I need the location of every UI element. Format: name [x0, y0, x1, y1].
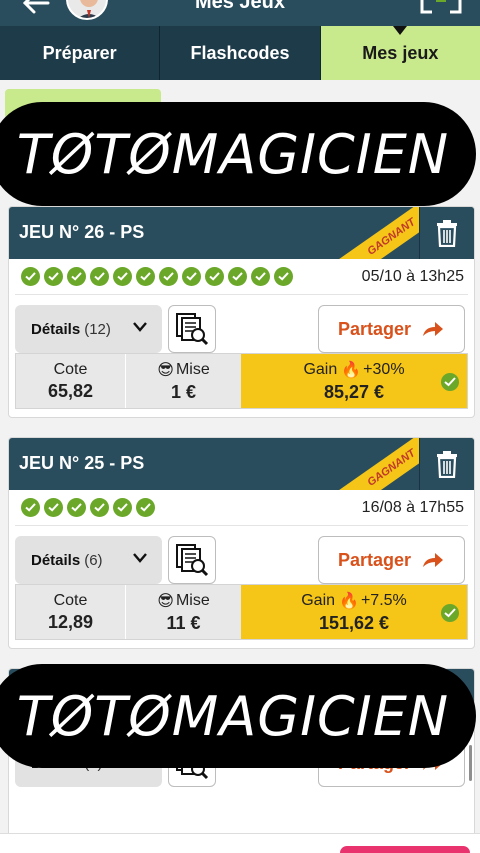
check-circle-icon [159, 267, 178, 286]
top-bar: Mes Jeux [0, 0, 480, 26]
stats-row: Cote 65,82 😎 Mise 1 € Gain 🔥 +30% 85,27 … [15, 353, 468, 409]
qr-scan-icon[interactable] [420, 0, 462, 18]
tab-label: Flashcodes [190, 42, 290, 63]
gain-label: Gain [301, 591, 336, 609]
gain-cell: Gain 🔥 +30% 85,27 € [241, 354, 467, 408]
page-title: Mes Jeux [194, 0, 286, 13]
check-circle-icon [113, 498, 132, 517]
odds-value: 12,89 [47, 611, 94, 632]
gain-value: 85,27 € [323, 381, 385, 402]
share-button[interactable]: Partager [318, 536, 465, 584]
sunglasses-emoji-icon: 😎 [157, 361, 174, 379]
share-label: Partager [337, 549, 412, 570]
watermark-banner: TØTØMAGICIEN [0, 664, 476, 768]
stake-value: 1 € [170, 381, 197, 402]
check-circle-icon [44, 267, 63, 286]
odds-label: Cote [53, 591, 88, 609]
results-row: 16/08 à 17h55 [15, 490, 468, 526]
check-circle-icon [182, 267, 201, 286]
copy-bet-button[interactable] [168, 305, 216, 353]
details-count: (12) [84, 320, 111, 338]
tab-mes-jeux[interactable]: Mes jeux [320, 26, 480, 80]
check-circle-icon [136, 267, 155, 286]
trash-icon [437, 220, 457, 247]
gain-label: Gain [303, 360, 338, 378]
tab-bar: Préparer Flashcodes Mes jeux [0, 26, 480, 80]
tab-label: Préparer [42, 42, 117, 63]
check-list [21, 498, 159, 517]
game-date: 05/10 à 13h25 [361, 268, 464, 285]
game-card: JEU N° 26 - PS GAGNANT 05/10 à 13h25 Dét… [8, 206, 475, 418]
gain-cell: Gain 🔥 +7.5% 151,62 € [241, 585, 467, 639]
share-arrow-icon [423, 553, 444, 567]
check-circle-icon [205, 267, 224, 286]
gain-bonus: +30% [363, 360, 405, 378]
game-title: JEU N° 26 - PS [19, 222, 145, 242]
check-circle-icon [136, 498, 155, 517]
check-circle-icon [90, 498, 109, 517]
game-card: JEU N° 25 - PS GAGNANT 16/08 à 17h55 Dét… [8, 437, 475, 649]
odds-cell: Cote 12,89 [16, 585, 126, 639]
actions-row: Détails (12) Partager [9, 295, 474, 353]
share-button[interactable]: Partager [318, 305, 465, 353]
check-circle-icon [441, 373, 459, 391]
check-circle-icon [441, 604, 459, 622]
tab-flashcodes[interactable]: Flashcodes [160, 26, 321, 80]
sunglasses-emoji-icon: 😎 [157, 592, 174, 610]
actions-row: Détails (6) Partager [9, 526, 474, 584]
details-label: Détails [31, 320, 81, 338]
check-circle-icon [21, 498, 40, 517]
card-header: JEU N° 26 - PS GAGNANT [9, 207, 474, 259]
chevron-down-icon [133, 553, 147, 563]
chevron-down-icon [133, 322, 147, 332]
app-screen: Mes Jeux Préparer Flashcodes Mes jeux JE… [0, 0, 480, 853]
fire-emoji-icon: 🔥 [339, 592, 359, 610]
results-row: 05/10 à 13h25 [15, 259, 468, 295]
check-circle-icon [251, 267, 270, 286]
details-button[interactable]: Détails (12) [15, 305, 162, 353]
check-circle-icon [113, 267, 132, 286]
card-header: JEU N° 25 - PS GAGNANT [9, 438, 474, 490]
share-label: Partager [337, 318, 412, 339]
details-label: Détails [31, 551, 81, 569]
check-circle-icon [21, 267, 40, 286]
check-circle-icon [67, 267, 86, 286]
copy-search-icon [176, 544, 209, 577]
scrollbar[interactable] [469, 745, 472, 781]
odds-label: Cote [53, 360, 88, 378]
watermark-banner: TØTØMAGICIEN [0, 102, 476, 206]
check-circle-icon [228, 267, 247, 286]
stats-row: Cote 12,89 😎 Mise 11 € Gain 🔥 +7.5% 151,… [15, 584, 468, 640]
check-circle-icon [90, 267, 109, 286]
copy-search-icon [176, 313, 209, 346]
tab-preparer[interactable]: Préparer [0, 26, 161, 80]
game-date: 16/08 à 17h55 [361, 499, 464, 516]
odds-value: 65,82 [47, 380, 94, 401]
copy-bet-button[interactable] [168, 536, 216, 584]
game-title: JEU N° 25 - PS [19, 453, 145, 473]
stake-value: 11 € [166, 612, 201, 633]
stake-label: Mise [175, 360, 210, 378]
delete-button[interactable] [419, 207, 474, 259]
odds-cell: Cote 65,82 [16, 354, 126, 408]
details-button[interactable]: Détails (6) [15, 536, 162, 584]
check-circle-icon [44, 498, 63, 517]
gain-value: 151,62 € [318, 612, 390, 633]
bottom-action-button[interactable] [340, 846, 470, 853]
tab-label: Mes jeux [362, 42, 439, 63]
stake-cell: 😎 Mise 11 € [126, 585, 241, 639]
delete-button[interactable] [419, 438, 474, 490]
gain-bonus: +7.5% [360, 591, 407, 609]
trash-icon [437, 451, 457, 478]
fire-emoji-icon: 🔥 [341, 361, 362, 379]
check-circle-icon [67, 498, 86, 517]
details-count: (6) [84, 551, 103, 569]
check-list [21, 267, 297, 286]
share-arrow-icon [423, 322, 444, 336]
stake-label: Mise [175, 591, 210, 609]
check-circle-icon [274, 267, 293, 286]
active-tab-pointer-icon [393, 26, 408, 35]
stake-cell: 😎 Mise 1 € [126, 354, 241, 408]
